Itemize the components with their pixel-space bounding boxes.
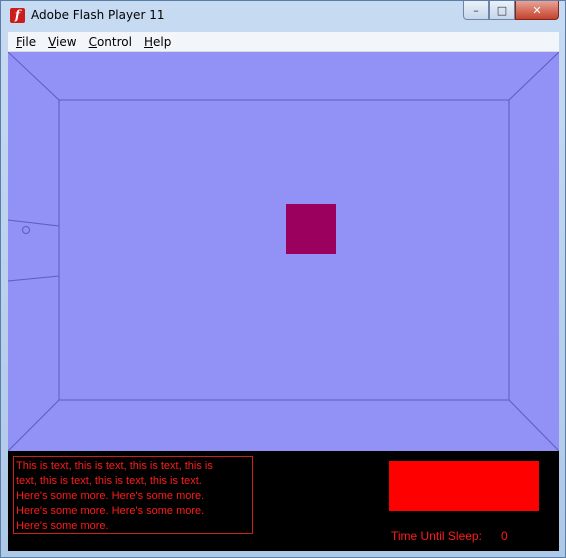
door-bottom-edge xyxy=(8,275,60,282)
debug-text-field: This is text, this is text, this is text… xyxy=(13,456,253,534)
menu-control-accel: C xyxy=(88,34,97,49)
menu-control[interactable]: Control xyxy=(89,35,132,49)
title-bar[interactable]: f Adobe Flash Player 11 – □ ✕ xyxy=(1,1,565,31)
room-perspective xyxy=(8,52,559,451)
minimize-button[interactable]: – xyxy=(463,1,489,20)
menu-bar: File View Control Help xyxy=(8,32,559,52)
menu-help-accel: H xyxy=(143,34,153,49)
menu-file-label: ile xyxy=(22,34,37,49)
edge-top-left xyxy=(8,52,60,101)
flash-player-window: f Adobe Flash Player 11 – □ ✕ File View … xyxy=(0,0,566,558)
door-top-edge xyxy=(8,219,60,227)
door-knob[interactable] xyxy=(22,226,30,234)
caption-buttons: – □ ✕ xyxy=(463,1,559,21)
back-wall xyxy=(58,99,510,401)
menu-help[interactable]: Help xyxy=(144,35,171,49)
menu-view-accel: V xyxy=(48,34,57,49)
edge-bottom-right xyxy=(508,399,559,451)
edge-top-right xyxy=(508,52,559,101)
menu-control-label: ontrol xyxy=(96,34,132,49)
hud-panel: This is text, this is text, this is text… xyxy=(8,451,559,551)
sleep-timer-value: 0 xyxy=(501,529,508,543)
menu-file[interactable]: File xyxy=(16,35,36,49)
window-title: Adobe Flash Player 11 xyxy=(31,8,165,22)
flash-stage[interactable] xyxy=(8,52,559,451)
menu-view-label: iew xyxy=(56,34,77,49)
menu-view[interactable]: View xyxy=(48,35,76,49)
status-red-box xyxy=(389,461,539,511)
flash-app-icon: f xyxy=(10,8,25,23)
close-button[interactable]: ✕ xyxy=(515,1,559,20)
edge-bottom-left xyxy=(8,399,60,451)
player-square[interactable] xyxy=(286,204,336,254)
sleep-timer-label: Time Until Sleep: xyxy=(391,529,482,543)
maximize-button[interactable]: □ xyxy=(489,1,515,20)
menu-help-label: elp xyxy=(153,34,172,49)
